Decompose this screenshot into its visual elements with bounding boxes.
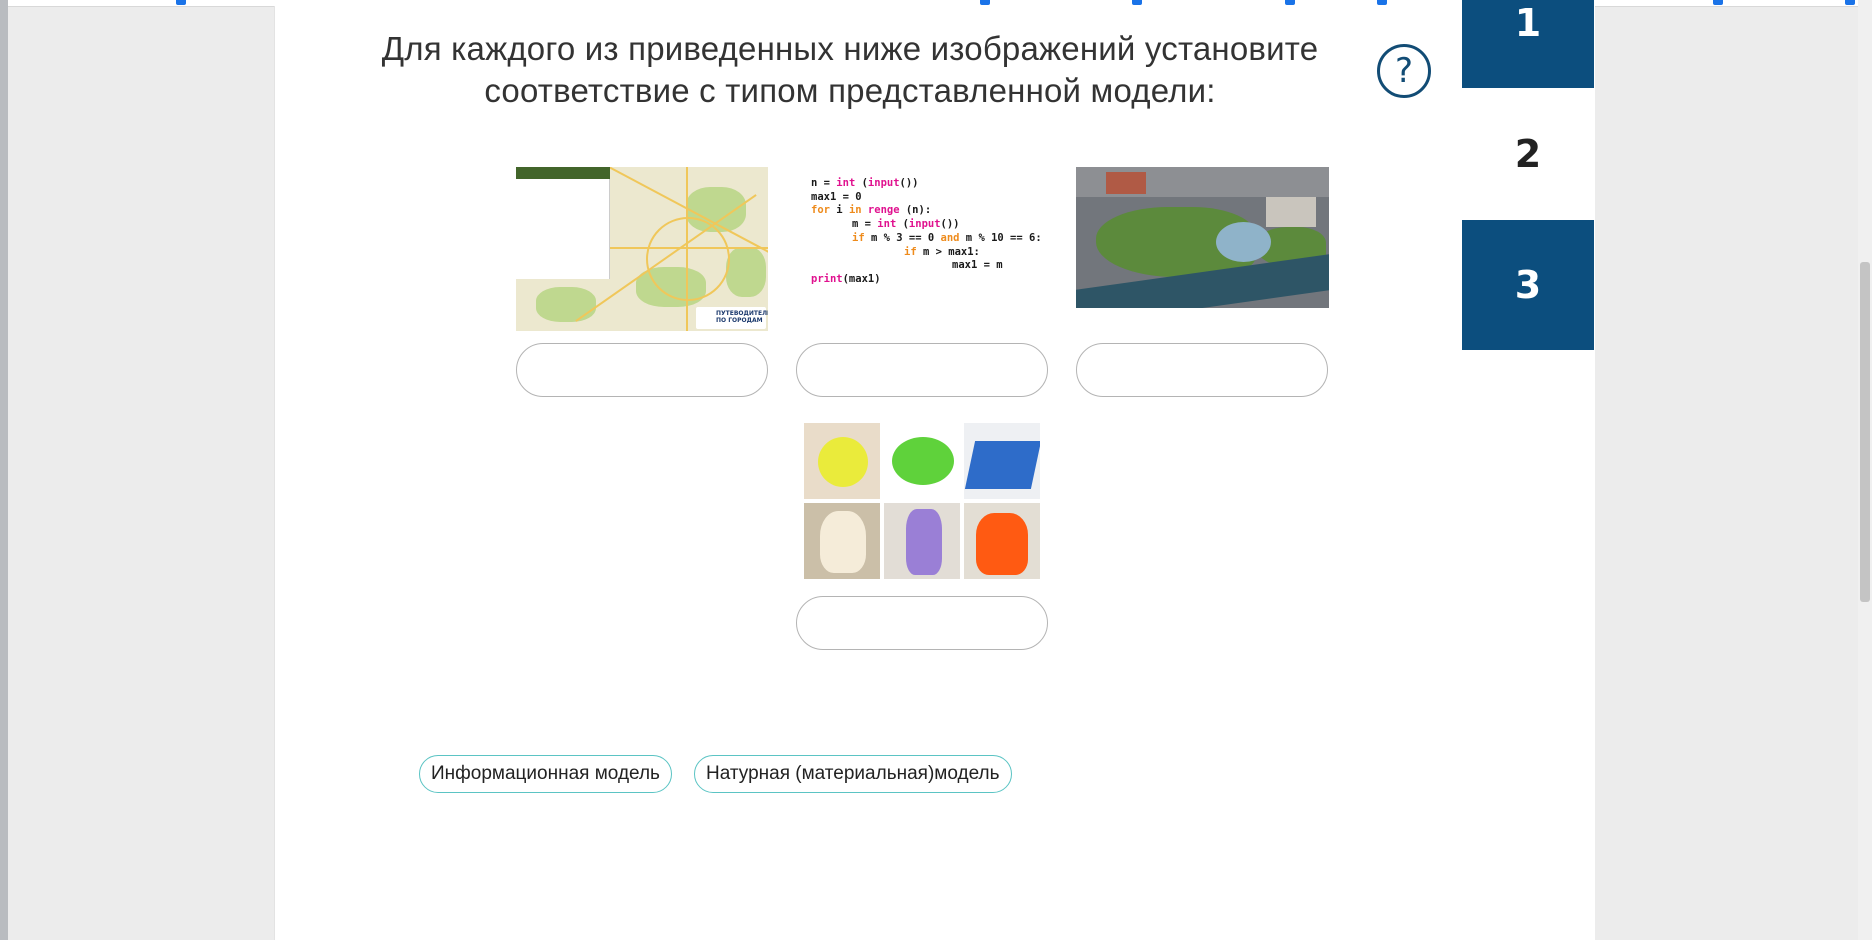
option-physical-model[interactable]: Натурная (материальная)модель [694,755,1012,793]
code-line: m = int (input()) [852,218,960,231]
question-line-1: Для каждого из приведенных ниже изображе… [381,30,1319,67]
code-line: if m % 3 == 0 and m % 10 == 6: [852,231,1041,244]
print-apple [804,423,880,499]
3d-prints-image [804,423,1041,580]
code-line: max1 = 0 [811,190,862,203]
map-image: ПУТЕВОДИТЕЛИ ПО ГОРОДАМ [516,167,768,331]
scrollbar-thumb[interactable] [1860,262,1870,602]
code-image: n = int (input()) max1 = 0 for i in renge … [811,168,1041,292]
help-icon[interactable]: ? [1377,44,1431,98]
question-line-2: соответствие с типом представленной моде… [484,72,1216,109]
left-edge-bar [0,0,8,940]
code-line: if m > max1: [904,245,980,258]
option-information-model[interactable]: Информационная модель [419,755,672,793]
answer-dropzone-city-model[interactable] [1076,343,1328,397]
city-model-image [1076,167,1329,308]
question-text: Для каждого из приведенных ниже изображе… [330,28,1370,112]
map-search-bar [516,167,610,179]
answer-dropzone-map[interactable] [516,343,768,397]
code-line: for i in renge (n): [811,204,932,217]
answer-dropzone-3d-prints[interactable] [796,596,1048,650]
code-line: max1 = m [952,259,1003,272]
code-line: print(max1) [811,272,881,285]
code-line: n = int (input()) [811,177,919,189]
nav-task-1[interactable]: 1 [1462,0,1594,88]
print-orange-vase [964,503,1040,579]
map-logo-badge: ПУТЕВОДИТЕЛИ ПО ГОРОДАМ [696,307,768,329]
nav-task-3[interactable]: 3 [1462,220,1594,350]
print-hedgehog [884,423,960,499]
help-glyph: ? [1394,51,1414,91]
print-blue-holder [964,423,1040,499]
nav-task-2[interactable]: 2 [1462,89,1594,219]
print-purple-vase [884,503,960,579]
map-side-panel [516,167,610,279]
print-lattice-vase [804,503,880,579]
answer-dropzone-code[interactable] [796,343,1048,397]
